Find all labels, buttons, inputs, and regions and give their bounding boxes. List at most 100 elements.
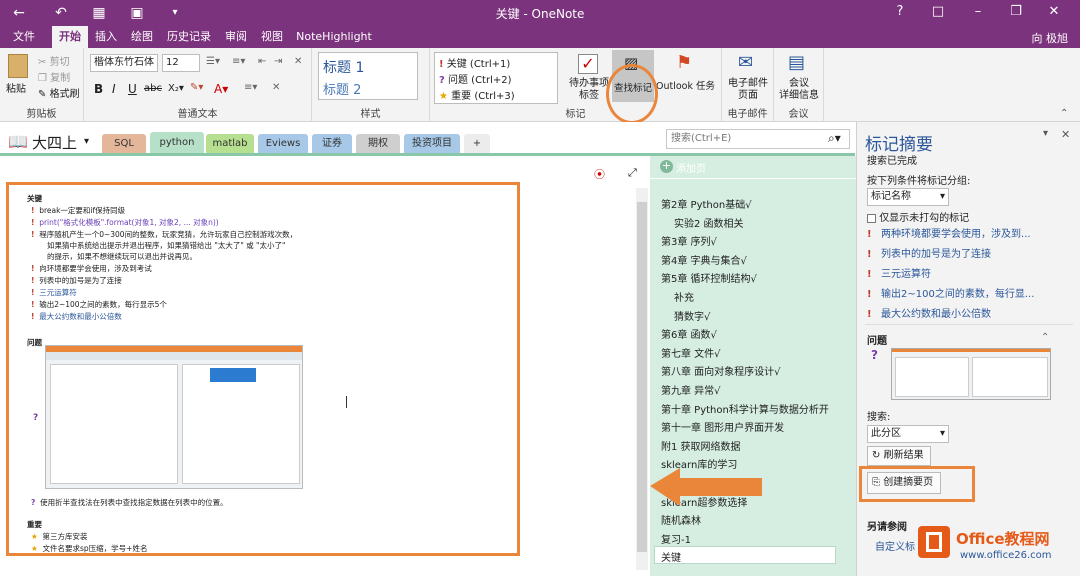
- todo-tag-icon[interactable]: ✓: [578, 54, 598, 74]
- search-icon[interactable]: ⌕▾: [828, 131, 841, 146]
- cut-button[interactable]: ✂ 剪切: [38, 53, 70, 68]
- page-item[interactable]: 附1 获取网络数据: [661, 438, 741, 453]
- tab-notehighlight[interactable]: NoteHighlight: [294, 26, 374, 48]
- numbering-icon[interactable]: ≡▾: [232, 56, 245, 67]
- page-item[interactable]: 第2章 Python基础√: [661, 196, 752, 211]
- page-item[interactable]: 第七章 文件√: [661, 345, 721, 360]
- italic-icon[interactable]: I: [112, 82, 116, 96]
- expand-icon[interactable]: ⤢: [628, 166, 637, 180]
- page-item[interactable]: 第5章 循环控制结构√: [661, 270, 757, 285]
- pane-close-icon[interactable]: ✕: [1061, 128, 1070, 141]
- tag-important[interactable]: ★ 重要 (Ctrl+3): [439, 87, 515, 102]
- screenshot-image[interactable]: [45, 345, 303, 489]
- font-color-icon[interactable]: A▾: [214, 82, 228, 96]
- question-line[interactable]: ? 使用折半查找法在列表中查找指定数据在列表中的位置。: [31, 497, 228, 508]
- page-item[interactable]: 第3章 序列√: [661, 233, 717, 248]
- page-item[interactable]: 随机森林: [661, 512, 701, 527]
- search-input[interactable]: 搜索(Ctrl+E): [666, 129, 850, 149]
- key-line[interactable]: ! 列表中的加号是为了连接: [31, 275, 122, 286]
- add-page-button[interactable]: 添加页: [676, 160, 706, 175]
- paste-button[interactable]: 粘贴: [6, 80, 26, 95]
- format-painter-button[interactable]: ✎ 格式刷: [38, 85, 80, 100]
- align-icon[interactable]: ≡▾: [244, 82, 257, 93]
- section-tab-matlab[interactable]: matlab: [206, 134, 254, 154]
- scrollbar-thumb[interactable]: [637, 202, 647, 552]
- key-tag-item[interactable]: ! 输出2~100之间的素数，每行显...: [867, 285, 1034, 300]
- collapse-ribbon-icon[interactable]: ⌃: [1060, 108, 1068, 119]
- page-scrollbar[interactable]: [636, 188, 648, 570]
- collapse-group-icon[interactable]: ⌃: [1041, 332, 1049, 343]
- style-heading2[interactable]: 标题 2: [323, 79, 361, 98]
- tab-view[interactable]: 视图: [256, 26, 288, 48]
- paste-icon[interactable]: [8, 54, 28, 78]
- key-tag-item[interactable]: ! 最大公约数和最小公倍数: [867, 305, 991, 320]
- key-tag-item[interactable]: ! 列表中的加号是为了连接: [867, 245, 991, 260]
- page-item[interactable]: 第4章 字典与集合√: [661, 252, 747, 267]
- add-section-button[interactable]: +: [464, 134, 490, 154]
- close-icon[interactable]: ✕: [1042, 4, 1066, 19]
- section-tab-investment[interactable]: 投资项目: [404, 134, 460, 154]
- key-line[interactable]: ! print("格式化模板".format(对象1, 对象2, ... 对象n…: [31, 217, 219, 228]
- customize-tags-link[interactable]: 自定义标: [875, 538, 915, 553]
- tab-file[interactable]: 文件: [6, 26, 42, 48]
- tab-history[interactable]: 历史记录: [162, 26, 216, 48]
- key-tag-item[interactable]: ! 两种环境都要学会使用，涉及到...: [867, 225, 1031, 240]
- page-item[interactable]: 猜数字√: [674, 308, 710, 323]
- indent-icon[interactable]: ⇥: [274, 56, 282, 67]
- clear-icon[interactable]: ✕: [272, 82, 280, 93]
- tab-insert[interactable]: 插入: [90, 26, 122, 48]
- key-line[interactable]: ! 最大公约数和最小公倍数: [31, 311, 122, 322]
- important-line[interactable]: ★ 第三方库安装: [31, 531, 88, 542]
- question-thumbnail[interactable]: [891, 348, 1051, 400]
- section-tab-options[interactable]: 期权: [356, 134, 400, 154]
- clear-format-icon[interactable]: ✕: [294, 56, 302, 67]
- key-tag-item[interactable]: ! 三元运算符: [867, 265, 931, 280]
- minimize-icon[interactable]: –: [966, 4, 990, 19]
- page-item[interactable]: 第十一章 图形用户界面开发: [661, 419, 784, 434]
- highlight-icon[interactable]: ✎▾: [190, 82, 203, 93]
- page-item[interactable]: 第6章 函数√: [661, 326, 717, 341]
- add-page-icon[interactable]: +: [660, 160, 673, 173]
- outlook-tasks-button[interactable]: Outlook 任务: [656, 78, 715, 92]
- notebook-dropdown-icon[interactable]: ▾: [84, 136, 89, 147]
- bullets-icon[interactable]: ☰▾: [206, 56, 220, 67]
- section-tab-eviews[interactable]: Eviews: [258, 134, 308, 154]
- tab-review[interactable]: 审阅: [220, 26, 252, 48]
- key-line[interactable]: ! break一定要和if保持同级: [31, 205, 125, 216]
- page-item[interactable]: 第八章 面向对象程序设计√: [661, 363, 781, 378]
- tag-key[interactable]: ! 关键 (Ctrl+1): [439, 55, 510, 70]
- help-button[interactable]: ?: [888, 4, 912, 19]
- page-item[interactable]: 关键: [661, 549, 681, 564]
- underline-icon[interactable]: U: [128, 82, 137, 96]
- section-tab-securities[interactable]: 证券: [312, 134, 352, 154]
- ribbon-display-icon[interactable]: □: [926, 4, 950, 19]
- outdent-icon[interactable]: ⇤: [258, 56, 266, 67]
- key-line[interactable]: ! 输出2~100之间的素数，每行显示5个: [31, 299, 167, 310]
- notebook-name[interactable]: 大四上: [32, 132, 77, 153]
- section-tab-sql[interactable]: SQL: [102, 134, 146, 154]
- email-page-button[interactable]: 电子邮件 页面: [722, 78, 774, 102]
- pane-menu-icon[interactable]: ▾: [1043, 128, 1048, 139]
- refresh-results-button[interactable]: ↻ 刷新结果: [867, 446, 931, 466]
- meeting-details-button[interactable]: 会议 详细信息: [774, 78, 824, 102]
- maximize-icon[interactable]: ❐: [1004, 4, 1028, 19]
- font-size-select[interactable]: 12: [162, 54, 200, 72]
- tag-question[interactable]: ? 问题 (Ctrl+2): [439, 71, 512, 86]
- page-item[interactable]: 复习-1: [661, 531, 691, 546]
- only-unchecked-checkbox[interactable]: 仅显示未打勾的标记: [867, 209, 969, 224]
- key-line[interactable]: ! 程序随机产生一个0~300间的整数，玩家竞猜，允许玩家自己控制游戏次数，: [31, 229, 297, 240]
- font-select[interactable]: 楷体东竹石体: [90, 54, 158, 72]
- search-scope-select[interactable]: 此分区 ▾: [867, 425, 949, 443]
- tab-home[interactable]: 开始: [52, 26, 88, 48]
- subscript-icon[interactable]: X₂▾: [168, 83, 184, 94]
- copy-button[interactable]: ❐ 复制: [38, 69, 70, 84]
- page-item[interactable]: 第九章 异常√: [661, 382, 721, 397]
- bold-icon[interactable]: B: [94, 82, 103, 96]
- strikethrough-icon[interactable]: abc: [144, 83, 162, 94]
- todo-tag-button[interactable]: 待办事项 标签: [566, 78, 612, 102]
- styles-gallery[interactable]: 标题 1 标题 2: [318, 52, 418, 100]
- user-name[interactable]: 向 极旭: [1032, 30, 1069, 46]
- important-line[interactable]: ★ 文件名要求sp压缩，学号+姓名: [31, 543, 147, 554]
- page-item[interactable]: 实验2 函数相关: [674, 215, 744, 230]
- group-by-select[interactable]: 标记名称 ▾: [867, 188, 949, 206]
